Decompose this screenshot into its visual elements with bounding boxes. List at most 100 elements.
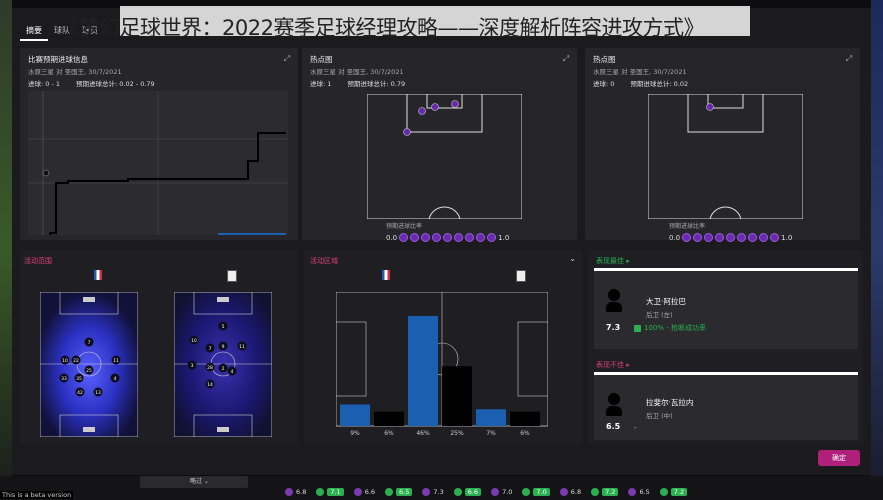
face-icon bbox=[422, 488, 431, 496]
rating-value: 6.5 bbox=[639, 488, 650, 496]
player-number: 22 bbox=[73, 358, 79, 364]
player-number: 5 bbox=[222, 324, 225, 330]
player-number: 4 bbox=[231, 369, 234, 375]
shot-map-title: 热点图 bbox=[310, 55, 333, 64]
skip-dropdown[interactable]: 略过 ⌄ bbox=[140, 476, 248, 488]
worst-player-card[interactable]: 6.5 拉斐尔·瓦拉内 后卫 (中) - bbox=[594, 375, 858, 440]
face-icon bbox=[628, 488, 637, 496]
best-player-card[interactable]: 7.3 大卫·阿拉巴 后卫 (左) 100% - 抢断成功率 bbox=[594, 271, 858, 349]
expand-icon[interactable]: ⤢ bbox=[282, 54, 292, 64]
xg-scale-label: 预期进球比率 bbox=[669, 223, 706, 230]
home-heatmap: 7 10 22 11 25 33 35 4 42 13 bbox=[40, 292, 138, 437]
player-avatar-icon bbox=[606, 289, 622, 313]
player-name[interactable]: 拉斐尔·瓦拉内 bbox=[646, 397, 693, 408]
title-overlay-banner: 《梦幻足球世界：2022赛季足球经理攻略——深度解析阵容进攻方式》 bbox=[58, 6, 750, 40]
shot-map-subtitle: 水原三星 对 圣国王, 30/7/2021 bbox=[310, 68, 404, 76]
player-number: 3 bbox=[191, 363, 194, 369]
shot-stats: 进球: 0 预期进球总计: 0.02 bbox=[593, 78, 688, 88]
xg-scale: 0.0 1.0 bbox=[669, 233, 793, 242]
face-icon bbox=[559, 488, 568, 496]
player-number: 25 bbox=[86, 368, 92, 374]
player-avatar-icon bbox=[606, 393, 622, 417]
player-stat: - bbox=[634, 424, 637, 432]
zones-title: 活动区域 bbox=[310, 257, 338, 265]
goals-stat: 进球: 1 bbox=[310, 80, 332, 88]
shot-map-title: 热点图 bbox=[593, 55, 616, 64]
away-badge-icon bbox=[227, 270, 237, 282]
zones-panel: 活动区域 ⌄ 9% 6% 46% 25% 7% 6% bbox=[304, 250, 582, 445]
away-heatmap: 5 10 7 9 11 3 28 24 14 bbox=[174, 292, 272, 437]
expand-icon[interactable]: ⤢ bbox=[844, 54, 854, 64]
xg-timeline-chart bbox=[28, 91, 288, 235]
performers-panel: 表现最佳 ▸ 7.3 大卫·阿拉巴 后卫 (左) 100% - 抢断成功率 表现… bbox=[588, 250, 863, 445]
player-rating-chip[interactable]: 6.6 bbox=[353, 488, 375, 496]
player-name[interactable]: 大卫·阿拉巴 bbox=[646, 296, 686, 307]
player-number: 11 bbox=[113, 358, 119, 364]
worst-title[interactable]: 表现不佳 ▸ bbox=[596, 360, 630, 370]
rating-value: 6.8 bbox=[570, 488, 582, 496]
xg-scale: 0.0 1.0 bbox=[386, 233, 510, 242]
zone-bar bbox=[340, 404, 370, 426]
player-number: 10 bbox=[62, 358, 68, 364]
shot-map-away: 热点图 ⤢ 水原三星 对 圣国王, 30/7/2021 进球: 0 预期进球总计… bbox=[585, 48, 860, 242]
player-rating-chip[interactable]: 7.1 bbox=[316, 488, 344, 496]
zone-bar-label: 6% bbox=[520, 430, 530, 437]
shot-map-subtitle: 水原三星 对 圣国王, 30/7/2021 bbox=[593, 68, 687, 76]
player-rating-chip[interactable]: 7.0 bbox=[522, 488, 550, 496]
face-icon bbox=[353, 488, 362, 496]
zone-bar bbox=[476, 409, 506, 426]
xg-total-stat: 预期进球总计: 0.02 bbox=[630, 80, 689, 88]
away-badge-icon bbox=[516, 270, 526, 282]
player-rating-chip[interactable]: 7.3 bbox=[422, 488, 444, 496]
player-number: 4 bbox=[114, 376, 117, 382]
player-rating-chip[interactable]: 6.8 bbox=[285, 488, 306, 496]
tab-summary[interactable]: 摘要 bbox=[20, 22, 48, 41]
player-rating-chip[interactable]: 6.5 bbox=[628, 488, 650, 496]
bottom-bar: 略过 ⌄ 6.8 7.1 6.6 6.5 7.3 6.6 7.0 7.0 6.8 7.2 6.5 7.… bbox=[0, 476, 883, 500]
face-icon bbox=[659, 488, 668, 496]
rating-value: 6.5 bbox=[396, 488, 413, 496]
zone-bar bbox=[408, 315, 438, 426]
goalkeeper-marker bbox=[83, 427, 95, 432]
best-title[interactable]: 表现最佳 ▸ bbox=[596, 256, 630, 266]
player-number: 10 bbox=[191, 338, 197, 344]
face-icon bbox=[522, 488, 531, 496]
pitch-half bbox=[648, 94, 803, 219]
player-number: 35 bbox=[76, 376, 82, 382]
zone-bar-label: 46% bbox=[416, 430, 430, 437]
player-number: 11 bbox=[239, 344, 245, 350]
face-icon bbox=[385, 488, 394, 496]
player-rating-chip[interactable]: 7.2 bbox=[591, 488, 619, 496]
player-rating-chip[interactable]: 7.2 bbox=[659, 488, 688, 496]
rating-value: 7.2 bbox=[670, 488, 688, 496]
player-position: 后卫 (中) bbox=[646, 412, 673, 420]
face-icon bbox=[491, 488, 500, 496]
goalkeeper-marker bbox=[83, 297, 95, 302]
beta-notice: This is a beta version bbox=[0, 491, 74, 499]
xg-total-stat: 预期进球总计: 0.02 - 0.79 bbox=[76, 80, 155, 88]
face-icon bbox=[453, 488, 462, 496]
player-number: 13 bbox=[95, 390, 101, 396]
expand-icon[interactable]: ⤢ bbox=[561, 54, 571, 64]
check-icon bbox=[634, 324, 641, 332]
player-number: 14 bbox=[207, 382, 213, 388]
player-number: 28 bbox=[207, 365, 213, 371]
chevron-down-icon[interactable]: ⌄ bbox=[569, 254, 576, 263]
player-number: 42 bbox=[77, 390, 83, 396]
goalkeeper-marker bbox=[217, 297, 229, 302]
zone-bar bbox=[374, 411, 404, 426]
goals-stat: 进球: 0 bbox=[593, 80, 615, 88]
background-right bbox=[871, 0, 883, 500]
player-rating-chip[interactable]: 6.8 bbox=[559, 488, 582, 496]
player-rating-chip[interactable]: 7.0 bbox=[491, 488, 512, 496]
confirm-button[interactable]: 确定 bbox=[818, 450, 860, 466]
player-rating-chip[interactable]: 6.6 bbox=[453, 488, 482, 496]
rating-value: 7.3 bbox=[433, 488, 444, 496]
match-analysis-window: 摘要 球队 球员 比赛预期进球信息 ⤢ 水原三星 对 圣国王, 30/7/202… bbox=[12, 8, 871, 475]
home-badge-icon bbox=[94, 270, 102, 280]
pitch-half bbox=[367, 94, 522, 219]
background-left bbox=[0, 0, 12, 500]
rating-value: 7.1 bbox=[327, 488, 344, 496]
zone-bar-label: 25% bbox=[450, 430, 464, 437]
player-rating-chip[interactable]: 6.5 bbox=[385, 488, 413, 496]
